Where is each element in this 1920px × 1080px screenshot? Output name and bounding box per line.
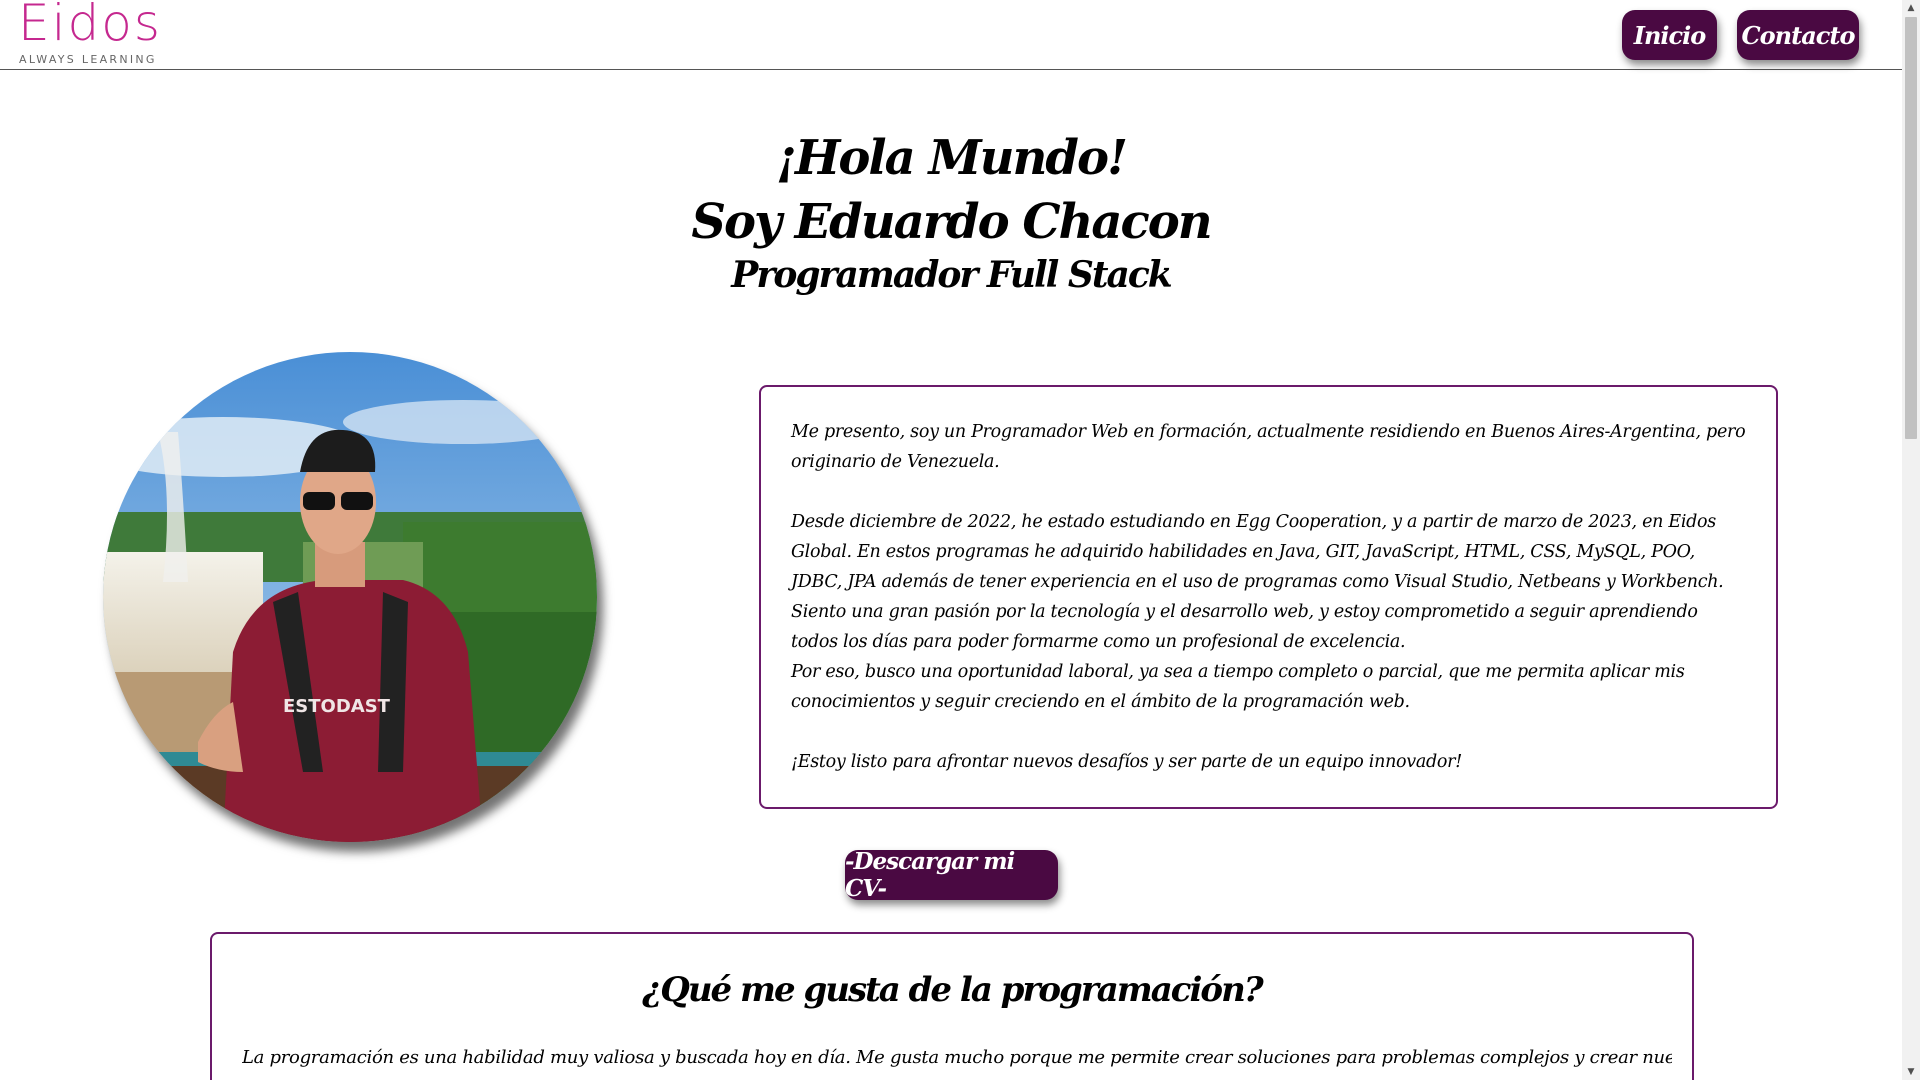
eidos-logo[interactable]: Eidos ALWAYS LEARNING <box>16 0 166 68</box>
about-paragraph: ¡Estoy listo para afrontar nuevos desafí… <box>791 752 1462 772</box>
hero-name: Soy Eduardo Chacon <box>691 194 1212 250</box>
scroll-up-icon[interactable]: ▲ <box>1902 0 1920 16</box>
about-paragraph: Desde diciembre de 2022, he estado estud… <box>791 512 1724 592</box>
nav-inicio-button[interactable]: Inicio <box>1622 10 1717 60</box>
hero-role: Programador Full Stack <box>731 254 1172 296</box>
about-paragraph: Me presento, soy un Programador Web en f… <box>791 422 1746 472</box>
about-card: Me presento, soy un Programador Web en f… <box>759 385 1778 809</box>
programming-section: ¿Qué me gusta de la programación? La pro… <box>210 932 1694 1080</box>
about-paragraph: Por eso, busco una oportunidad laboral, … <box>791 662 1685 712</box>
svg-text:ESTODAST: ESTODAST <box>283 696 391 717</box>
download-cv-button[interactable]: -Descargar mi CV- <box>845 848 1058 902</box>
scroll-down-icon[interactable]: ▼ <box>1902 1064 1920 1080</box>
hero-greeting: ¡Hola Mundo! <box>775 130 1128 186</box>
section-text: La programación es una habilidad muy val… <box>242 1047 1672 1068</box>
profile-photo: ESTODAST <box>103 352 597 842</box>
logo-wordmark: Eidos <box>18 0 162 52</box>
about-paragraph: Siento una gran pasión por la tecnología… <box>791 602 1698 652</box>
logo-tagline: ALWAYS LEARNING <box>19 53 157 66</box>
section-title: ¿Qué me gusta de la programación? <box>642 970 1263 1010</box>
scrollbar-thumb[interactable] <box>1905 17 1917 439</box>
nav-contacto-button[interactable]: Contacto <box>1737 10 1859 60</box>
page-scrollbar[interactable]: ▲ ▼ <box>1902 0 1920 1080</box>
site-header: Eidos ALWAYS LEARNING Inicio Contacto <box>0 0 1902 70</box>
